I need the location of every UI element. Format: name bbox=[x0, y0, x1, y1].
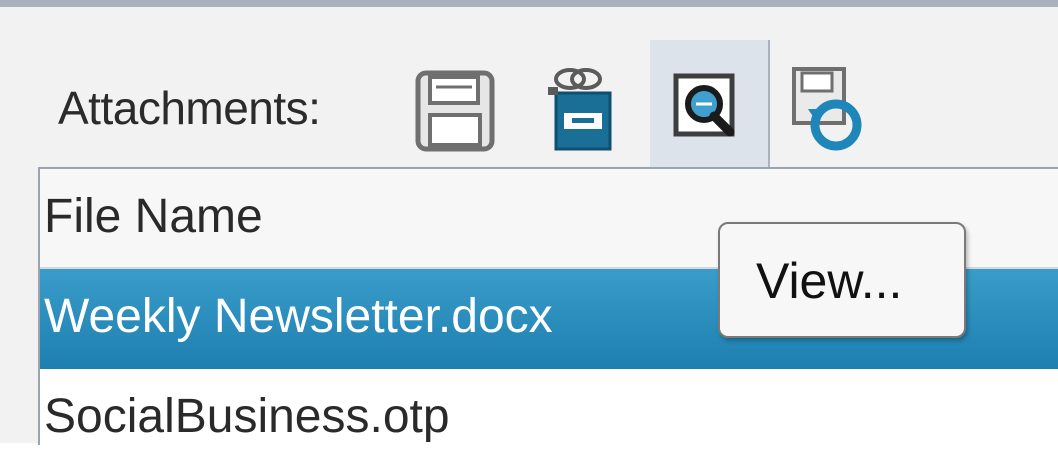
save-attachment-button[interactable] bbox=[412, 59, 504, 159]
view-attachment-button[interactable] bbox=[650, 40, 770, 174]
top-divider bbox=[0, 0, 1058, 7]
attachment-file-name: Weekly Newsletter.docx bbox=[44, 290, 553, 343]
attachment-file-name: SocialBusiness.otp bbox=[44, 390, 450, 443]
view-tooltip: View... bbox=[718, 222, 966, 338]
view-magnifier-icon bbox=[673, 73, 735, 137]
tooltip-text: View... bbox=[756, 253, 903, 309]
attachments-toolbar: Attachments: bbox=[0, 7, 1058, 174]
floppy-disk-icon bbox=[415, 70, 495, 152]
column-header-label: File Name bbox=[44, 190, 263, 243]
save-all-attachments-button[interactable] bbox=[534, 59, 626, 159]
attachment-row[interactable]: SocialBusiness.otp bbox=[40, 369, 1058, 469]
save-attachments-icon bbox=[548, 68, 612, 151]
import-attachment-button[interactable] bbox=[780, 59, 872, 159]
attachments-label: Attachments: bbox=[58, 82, 321, 134]
import-refresh-icon bbox=[792, 67, 862, 151]
attachments-panel: Attachments: File Name Weekly Newsletter… bbox=[0, 0, 1058, 469]
